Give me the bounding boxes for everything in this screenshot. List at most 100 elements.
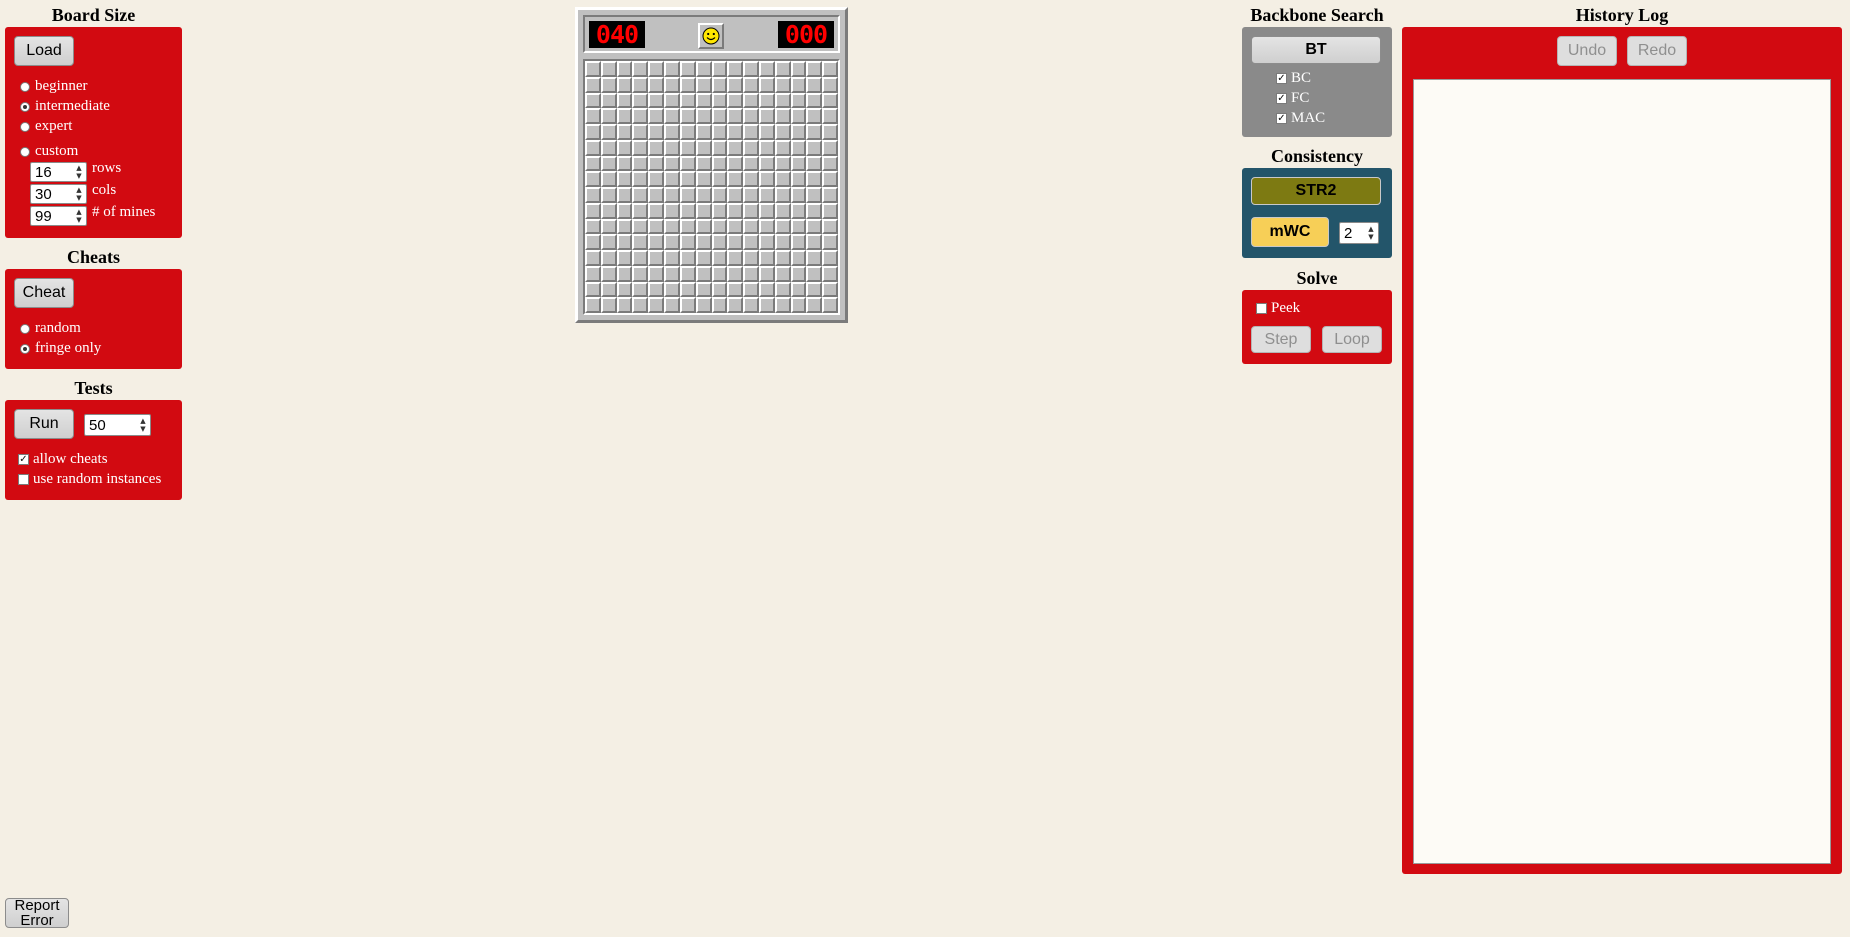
mine-cell[interactable] [774, 265, 791, 282]
mine-cell[interactable] [616, 281, 633, 298]
mine-cell[interactable] [664, 139, 680, 156]
mine-cell[interactable] [585, 155, 601, 172]
mine-cell[interactable] [648, 139, 665, 156]
mine-cell[interactable] [822, 265, 838, 282]
mine-cell[interactable] [822, 76, 838, 93]
peek-checkbox[interactable]: Peek [1256, 300, 1300, 317]
mine-cell[interactable] [711, 250, 728, 266]
mine-cell[interactable] [648, 187, 665, 203]
mine-cell[interactable] [790, 76, 807, 93]
mine-cell[interactable] [616, 61, 633, 77]
mine-cell[interactable] [790, 139, 807, 156]
mine-cell[interactable] [743, 155, 759, 172]
fc-checkbox[interactable]: ✓ FC [1276, 90, 1309, 107]
load-button[interactable]: Load [14, 36, 74, 66]
mine-cell[interactable] [711, 61, 728, 77]
mine-cell[interactable] [585, 281, 601, 298]
mine-cell[interactable] [632, 265, 649, 282]
radio-beginner[interactable]: beginner [20, 78, 87, 95]
mine-cell[interactable] [632, 234, 649, 250]
mine-cell[interactable] [790, 171, 807, 187]
mine-cell[interactable] [822, 187, 838, 203]
mine-cell[interactable] [679, 139, 696, 156]
mine-cell[interactable] [822, 218, 838, 235]
mine-cell[interactable] [790, 187, 807, 203]
mine-cell[interactable] [648, 76, 665, 93]
redo-button[interactable]: Redo [1627, 36, 1687, 66]
mine-cell[interactable] [616, 108, 633, 124]
mine-cell[interactable] [806, 76, 823, 93]
bt-button[interactable]: BT [1251, 36, 1381, 64]
mine-cell[interactable] [679, 187, 696, 203]
spinner-arrows-icon[interactable]: ▲ ▼ [72, 185, 86, 203]
mine-cell[interactable] [743, 218, 759, 235]
mine-cell[interactable] [822, 250, 838, 266]
mine-cell[interactable] [632, 202, 649, 219]
mine-cell[interactable] [758, 155, 775, 172]
mine-cell[interactable] [600, 202, 617, 219]
mine-cell[interactable] [648, 218, 665, 235]
mine-cell[interactable] [790, 202, 807, 219]
mine-cell[interactable] [616, 171, 633, 187]
mine-cell[interactable] [679, 234, 696, 250]
mine-cell[interactable] [774, 218, 791, 235]
loop-button[interactable]: Loop [1322, 326, 1382, 353]
mine-cell[interactable] [616, 218, 633, 235]
mine-cell[interactable] [695, 234, 712, 250]
mine-cell[interactable] [648, 155, 665, 172]
mine-cell[interactable] [727, 202, 744, 219]
mine-cell[interactable] [774, 108, 791, 124]
mine-cell[interactable] [679, 297, 696, 313]
mine-cell[interactable] [758, 187, 775, 203]
mac-checkbox[interactable]: ✓ MAC [1276, 110, 1325, 127]
mwc-button[interactable]: mWC [1251, 217, 1329, 247]
mine-cell[interactable] [585, 61, 601, 77]
mine-cell[interactable] [600, 187, 617, 203]
mine-cell[interactable] [806, 187, 823, 203]
mine-cell[interactable] [632, 297, 649, 313]
mine-cell[interactable] [632, 61, 649, 77]
mine-cell[interactable] [711, 281, 728, 298]
mine-cell[interactable] [600, 124, 617, 140]
history-log-textarea[interactable] [1413, 79, 1831, 864]
cheat-button[interactable]: Cheat [14, 278, 74, 308]
mine-cell[interactable] [600, 297, 617, 313]
mine-cell[interactable] [648, 234, 665, 250]
mine-cell[interactable] [648, 108, 665, 124]
mine-cell[interactable] [585, 202, 601, 219]
mine-cell[interactable] [600, 76, 617, 93]
mine-cell[interactable] [758, 281, 775, 298]
mine-cell[interactable] [711, 202, 728, 219]
mine-cell[interactable] [664, 76, 680, 93]
mine-cell[interactable] [648, 265, 665, 282]
mine-cell[interactable] [585, 187, 601, 203]
mine-cell[interactable] [806, 139, 823, 156]
mine-cell[interactable] [585, 218, 601, 235]
mine-cell[interactable] [727, 265, 744, 282]
mine-cell[interactable] [711, 155, 728, 172]
mine-cell[interactable] [727, 187, 744, 203]
radio-random[interactable]: random [20, 320, 81, 337]
mine-cell[interactable] [806, 61, 823, 77]
mine-cell[interactable] [695, 108, 712, 124]
mine-cell[interactable] [790, 108, 807, 124]
mine-cell[interactable] [790, 61, 807, 77]
mine-cell[interactable] [758, 76, 775, 93]
mine-cell[interactable] [790, 92, 807, 109]
mine-cell[interactable] [806, 155, 823, 172]
mine-cell[interactable] [600, 92, 617, 109]
mine-cell[interactable] [743, 234, 759, 250]
mine-cell[interactable] [822, 124, 838, 140]
mine-cell[interactable] [600, 218, 617, 235]
mine-cell[interactable] [600, 234, 617, 250]
mines-input[interactable]: 99 ▲ ▼ [30, 206, 87, 226]
mine-cell[interactable] [695, 171, 712, 187]
mine-cell[interactable] [632, 139, 649, 156]
mine-cell[interactable] [711, 139, 728, 156]
mine-cell[interactable] [774, 76, 791, 93]
mine-cell[interactable] [727, 124, 744, 140]
mine-cell[interactable] [664, 281, 680, 298]
mine-cell[interactable] [632, 171, 649, 187]
mine-cell[interactable] [758, 234, 775, 250]
report-error-button[interactable]: Report Error [5, 898, 69, 928]
